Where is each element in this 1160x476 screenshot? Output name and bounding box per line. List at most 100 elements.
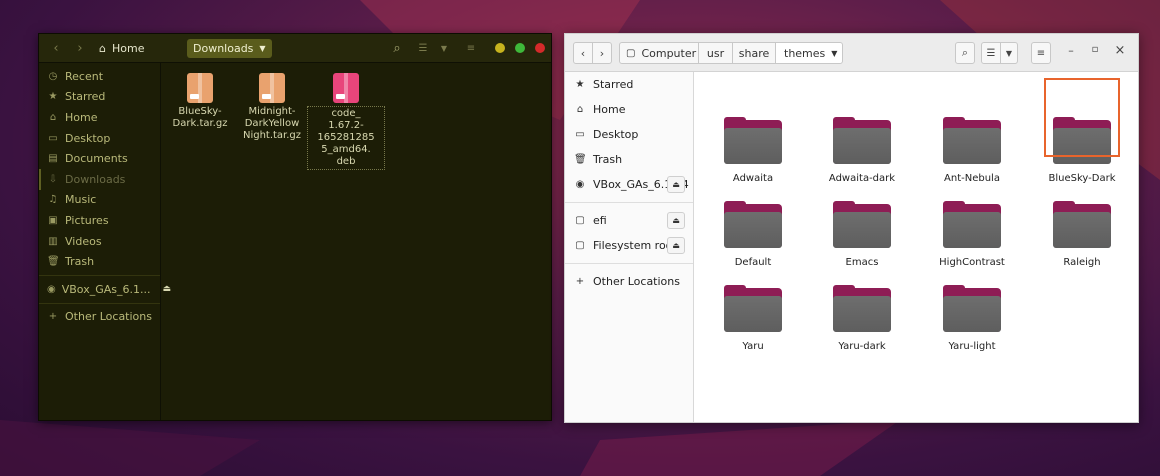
search-button[interactable]: ⌕ xyxy=(955,42,975,64)
sidebar-item-desktop[interactable]: ▭ Desktop xyxy=(565,122,693,147)
sidebar-item-other-locations[interactable]: + Other Locations xyxy=(39,307,160,328)
sidebar-item-pictures[interactable]: ▣ Pictures xyxy=(39,210,160,231)
folder-label: Default xyxy=(734,257,772,268)
sidebar-item-downloads[interactable]: ⇩ Downloads xyxy=(39,168,160,190)
folder-item[interactable]: HighContrast xyxy=(926,201,1018,268)
file-name-line: 165281285 xyxy=(317,132,375,143)
sidebar-item-starred[interactable]: ★ Starred xyxy=(565,72,693,97)
maximize-button[interactable] xyxy=(515,43,525,53)
home-icon: ⌂ xyxy=(576,104,584,115)
folder-item[interactable]: Yaru xyxy=(707,285,799,352)
sidebar-item-trash[interactable]: 🗑 Trash xyxy=(565,147,693,172)
minimize-button[interactable] xyxy=(495,43,505,53)
eject-button[interactable]: ⏏ xyxy=(667,212,685,229)
sidebar-item-efi[interactable]: ▢ efi ⏏ xyxy=(565,208,693,233)
sidebar-item-label: Home xyxy=(593,103,626,116)
sidebar-item-vbox[interactable]: ◉ VBox_GAs_6.1... ⏏ xyxy=(39,279,171,300)
sidebar-item-label: Starred xyxy=(593,78,634,91)
folder-item[interactable]: Ant-Nebula xyxy=(926,117,1018,184)
sidebar-item-label: Trash xyxy=(593,153,623,166)
file-item[interactable]: code_ 1.67.2- 165281285 5_amd64. deb xyxy=(307,69,385,170)
sidebar-item-label: Other Locations xyxy=(593,275,680,288)
sidebar-item-filesystem-root[interactable]: ▢ Filesystem root ⏏ xyxy=(565,233,693,258)
path-home-button[interactable]: ⌂ Home xyxy=(99,39,144,58)
back-button[interactable]: ‹ xyxy=(47,39,65,58)
close-button[interactable]: × xyxy=(1110,43,1130,61)
documents-icon: ▤ xyxy=(48,153,58,165)
folder-label: HighContrast xyxy=(939,257,1005,268)
file-name-line: 5_amd64. xyxy=(321,144,371,155)
file-name-line: BlueSky- xyxy=(178,106,222,117)
breadcrumb-share[interactable]: share xyxy=(732,42,776,64)
folder-item[interactable]: Adwaita xyxy=(707,117,799,184)
eject-button[interactable]: ⏏ xyxy=(667,237,685,254)
folder-grid: Adwaita Adwaita-dark Ant-Nebula BlueSky-… xyxy=(694,72,1138,422)
sidebar-item-label: VBox_GAs_6.1... xyxy=(61,282,151,296)
folder-item[interactable]: Adwaita-dark xyxy=(816,117,908,184)
sidebar-item-other-locations[interactable]: + Other Locations xyxy=(565,269,693,294)
folder-item[interactable]: Raleigh xyxy=(1036,201,1128,268)
view-list-button[interactable]: ☰ xyxy=(981,42,1001,64)
minimize-icon: – xyxy=(1068,44,1074,57)
close-button[interactable] xyxy=(535,43,545,53)
archive-icon xyxy=(187,73,213,103)
videos-icon: ▥ xyxy=(48,235,58,247)
folder-icon xyxy=(943,285,1001,332)
breadcrumb-computer[interactable]: ▢ Computer xyxy=(619,42,699,64)
view-options-button[interactable]: ▼ xyxy=(1000,42,1018,64)
trash-icon: 🗑 xyxy=(47,256,60,268)
folder-icon xyxy=(724,201,782,248)
breadcrumb-usr[interactable]: usr xyxy=(698,42,733,64)
back-button[interactable]: ‹ xyxy=(573,42,593,64)
sidebar-item-desktop[interactable]: ▭ Desktop xyxy=(39,128,160,149)
forward-button[interactable]: › xyxy=(592,42,612,64)
file-item[interactable]: BlueSky- Dark.tar.gz xyxy=(161,69,239,130)
path-home-label: Home xyxy=(111,42,145,55)
folder-item[interactable]: Yaru-light xyxy=(926,285,1018,352)
sidebar-item-videos[interactable]: ▥ Videos xyxy=(39,231,160,252)
chevron-down-icon: ▼ xyxy=(1005,48,1013,58)
archive-icon xyxy=(259,73,285,103)
drive-icon: ▢ xyxy=(575,240,585,251)
menu-button[interactable]: ≡ xyxy=(1031,42,1051,64)
dark-sidebar: ◷ Recent ★ Starred ⌂ Home ▭ Desktop ▤ Do… xyxy=(39,63,171,420)
folder-item[interactable]: Default xyxy=(707,201,799,268)
minimize-button[interactable]: – xyxy=(1061,44,1081,62)
sidebar-item-vbox[interactable]: ◉ VBox_GAs_6.1.34 ⏏ xyxy=(565,172,693,197)
eject-button[interactable]: ⏏ xyxy=(667,176,685,193)
folder-label: Yaru xyxy=(742,341,764,352)
home-icon: ⌂ xyxy=(49,111,57,123)
folder-item[interactable]: Yaru-dark xyxy=(816,285,908,352)
view-list-button[interactable]: ☰ xyxy=(415,39,431,58)
list-view-icon: ☰ xyxy=(986,47,996,59)
breadcrumb-label: Computer xyxy=(641,46,697,60)
breadcrumb-themes[interactable]: themes ▼ xyxy=(775,42,843,64)
path-current-button[interactable]: Downloads ▼ xyxy=(187,39,272,58)
file-name-line: 1.67.2- xyxy=(328,120,364,131)
sidebar-item-recent[interactable]: ◷ Recent xyxy=(39,66,160,87)
file-item[interactable]: Midnight- DarkYellow Night.tar.gz xyxy=(233,69,311,142)
menu-button[interactable]: ≡ xyxy=(463,39,479,58)
sidebar-item-trash[interactable]: 🗑 Trash xyxy=(39,251,160,272)
view-options-button[interactable]: ▼ xyxy=(437,39,451,58)
eject-icon: ⏏ xyxy=(672,241,680,250)
sidebar-item-documents[interactable]: ▤ Documents xyxy=(39,148,160,169)
search-button[interactable]: ⌕ xyxy=(389,39,405,58)
forward-button[interactable]: › xyxy=(71,39,89,58)
sidebar-item-starred[interactable]: ★ Starred xyxy=(39,87,160,108)
sidebar-item-label: Downloads xyxy=(65,172,126,186)
sidebar-item-label: Trash xyxy=(65,255,95,269)
star-icon: ★ xyxy=(48,91,58,103)
sidebar-item-home[interactable]: ⌂ Home xyxy=(39,107,160,128)
pictures-icon: ▣ xyxy=(48,214,58,226)
folder-item[interactable]: Emacs xyxy=(816,201,908,268)
sidebar-divider xyxy=(39,302,160,304)
sidebar-divider xyxy=(565,202,693,203)
sidebar-item-home[interactable]: ⌂ Home xyxy=(565,97,693,122)
folder-icon xyxy=(943,117,1001,164)
sidebar-item-music[interactable]: ♫ Music xyxy=(39,190,160,211)
maximize-button[interactable]: ▫ xyxy=(1085,44,1105,62)
star-icon: ★ xyxy=(575,79,585,90)
folder-label: Raleigh xyxy=(1063,257,1101,268)
light-sidebar: ★ Starred ⌂ Home ▭ Desktop 🗑 Trash ◉ VBo… xyxy=(565,72,694,422)
